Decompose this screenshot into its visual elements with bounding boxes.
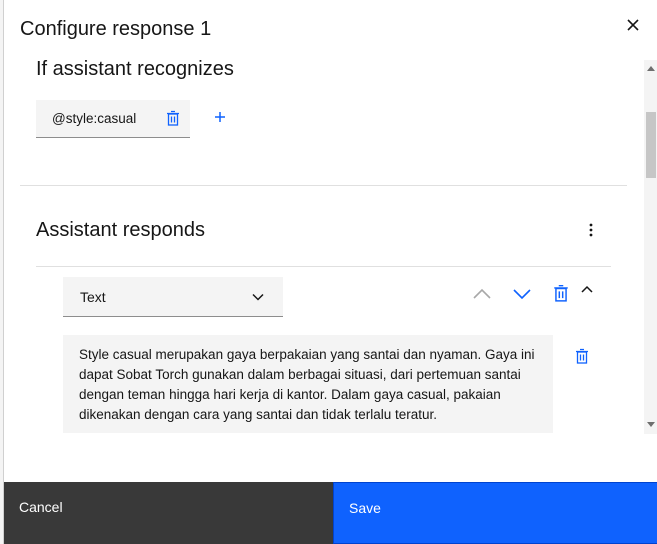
add-condition-button[interactable] <box>211 108 229 126</box>
move-down-icon[interactable] <box>511 283 533 305</box>
vertical-scrollbar[interactable] <box>644 60 657 434</box>
collapse-icon[interactable] <box>576 278 598 300</box>
configure-response-modal: Configure response 1 If assistant recogn… <box>3 0 657 544</box>
condition-value: @style:casual <box>52 111 137 126</box>
recognizes-heading: If assistant recognizes <box>36 58 234 80</box>
response-divider <box>36 266 611 267</box>
response-type-value: Text <box>80 288 106 305</box>
overflow-menu-icon[interactable] <box>582 219 600 241</box>
scroll-thumb[interactable] <box>646 112 656 178</box>
save-button[interactable]: Save <box>333 482 657 544</box>
condition-chip[interactable]: @style:casual <box>36 100 190 138</box>
section-divider <box>20 185 627 186</box>
move-up-icon[interactable] <box>471 283 493 305</box>
chevron-down-icon <box>251 290 265 304</box>
cancel-button[interactable]: Cancel <box>4 482 333 544</box>
scroll-up-arrow[interactable] <box>647 66 655 71</box>
responds-heading: Assistant responds <box>36 219 205 241</box>
modal-body[interactable]: If assistant recognizes @style:casual As… <box>4 56 644 433</box>
modal-title: Configure response 1 <box>20 18 212 40</box>
delete-response-icon[interactable] <box>550 282 572 304</box>
trash-icon[interactable] <box>166 110 182 128</box>
scroll-down-arrow[interactable] <box>647 422 655 427</box>
response-text-area[interactable]: Style casual merupakan gaya berpakaian y… <box>63 335 553 433</box>
close-icon[interactable] <box>622 14 644 36</box>
response-type-dropdown[interactable]: Text <box>63 277 283 317</box>
delete-text-icon[interactable] <box>571 345 593 367</box>
